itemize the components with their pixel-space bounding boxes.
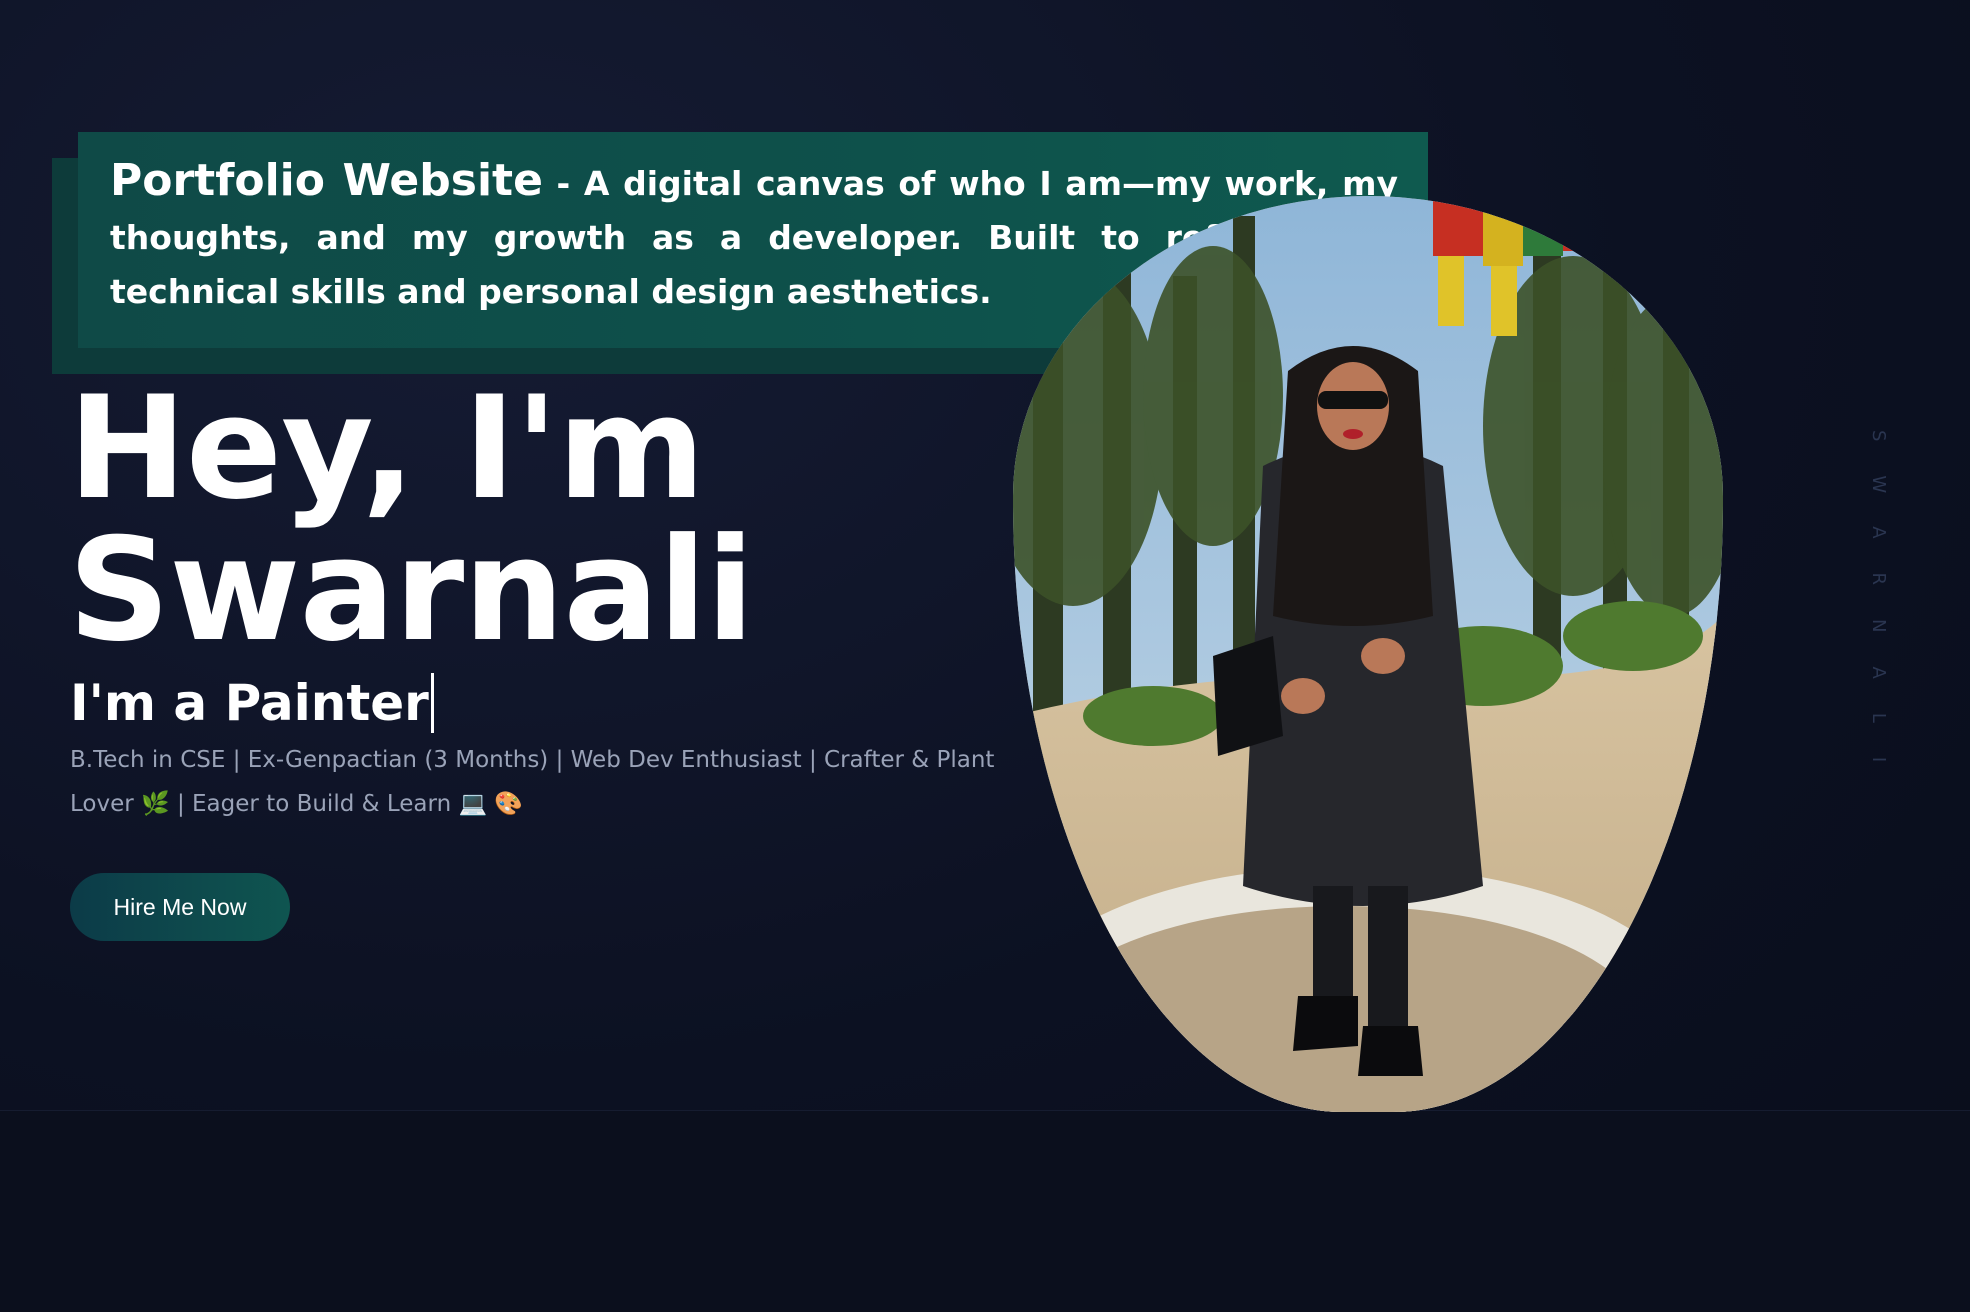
hero-heading: Hey, I'm Swarnali (68, 366, 755, 673)
typed-role: Painter (224, 674, 429, 732)
profile-photo-illustration (1013, 196, 1723, 1112)
typed-role-line: I'm a Painter (70, 673, 434, 733)
vertical-side-name: SWARNALI (1868, 430, 1889, 797)
typing-caret (430, 673, 434, 733)
leaf-emoji-icon: 🌿 (141, 791, 170, 817)
hero-name: Swarnali (68, 508, 755, 673)
hero-tagline: B.Tech in CSE | Ex-Genpactian (3 Months)… (70, 738, 1030, 826)
banner-separator: - (542, 164, 584, 203)
tagline-part-2: | Eager to Build & Learn (169, 791, 459, 817)
section-divider-band (0, 1110, 1970, 1312)
typed-prefix: I'm a (70, 674, 225, 732)
hero-greeting: Hey, I'm (68, 366, 705, 531)
hero-section: Portfolio Website - A digital canvas of … (0, 0, 1970, 1312)
banner-title: Portfolio Website (110, 155, 543, 206)
profile-photo (1013, 196, 1723, 1112)
hire-me-button[interactable]: Hire Me Now (70, 873, 290, 941)
palette-emoji-icon: 🎨 (494, 791, 524, 817)
laptop-emoji-icon: 💻 (458, 791, 488, 817)
